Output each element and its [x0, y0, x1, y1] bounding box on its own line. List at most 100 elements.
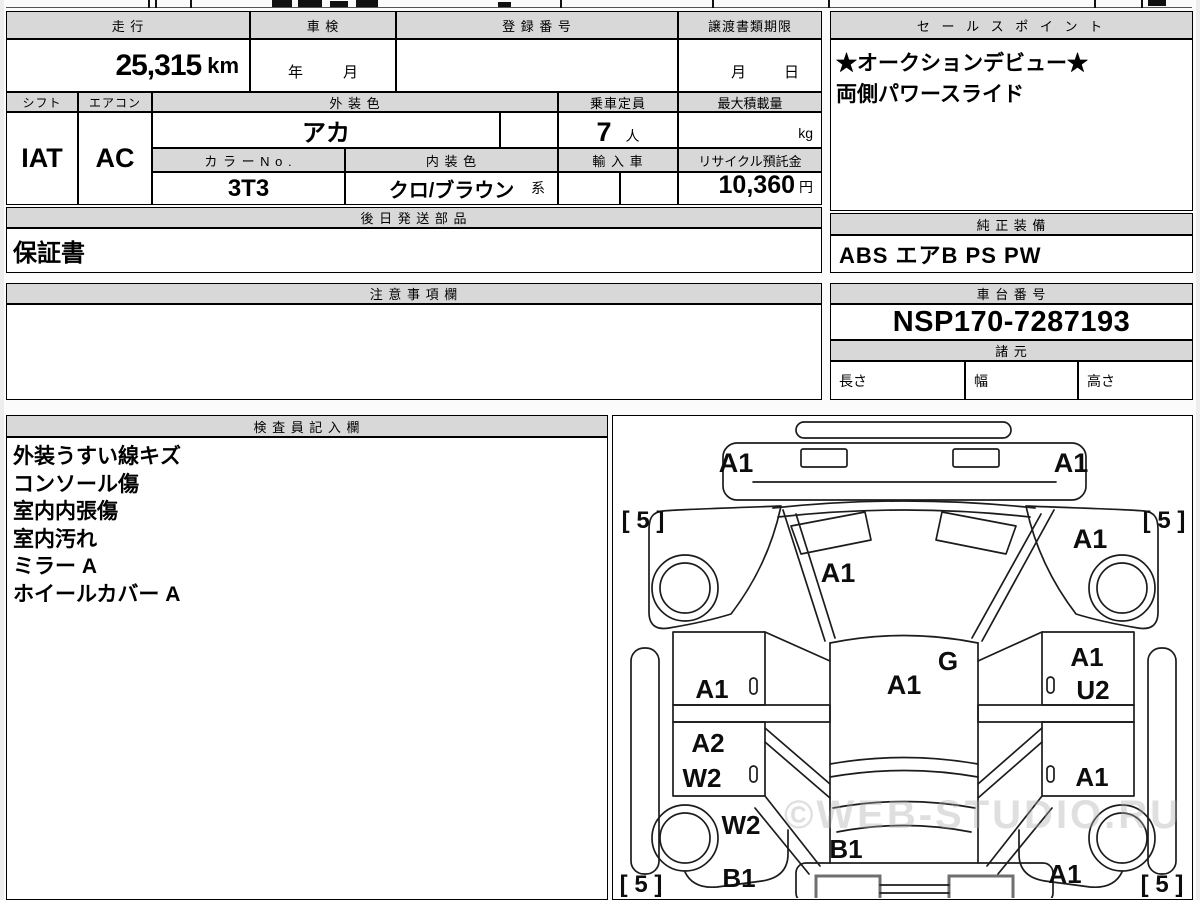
top-row-divider	[1094, 0, 1096, 8]
mileage-header: 走 行	[6, 11, 250, 39]
chassis-no-value: NSP170-7287193	[830, 304, 1193, 340]
damage-code-label: A1	[695, 674, 728, 704]
recycle-fee-unit: 円	[799, 179, 813, 195]
damage-code-label: A1	[1075, 762, 1108, 792]
inspector-note-line: ホイールカバー A	[13, 582, 181, 606]
damage-code-label: A1	[821, 558, 856, 588]
mileage-value: 25,315 km	[6, 39, 250, 92]
windshield-bottom	[829, 634, 979, 644]
damage-code-label: W2	[683, 763, 722, 793]
spec-width-cell: 幅	[965, 361, 1078, 400]
shaken-header: 車 検	[250, 11, 396, 39]
inspector-notes-header: 検 査 員 記 入 欄	[6, 415, 608, 437]
damage-code-label: [ 5 ]	[622, 507, 665, 534]
exterior-color-empty-cell	[500, 112, 558, 148]
fender-front-left	[648, 505, 782, 630]
inspector-note-line: ミラー A	[13, 555, 97, 578]
top-row-bottom-border	[6, 7, 1192, 8]
slide-track-right	[977, 727, 1043, 785]
recycle-deposit-value: 10,360 円	[678, 171, 822, 205]
interior-color-header: 内 装 色	[345, 148, 558, 172]
sales-point-line: 両側パワースライド	[836, 83, 1024, 106]
slide-track-left	[764, 741, 831, 799]
genuine-equipment-value: ABS エアB PS PW	[830, 235, 1193, 273]
genuine-equipment-header: 純 正 装 備	[830, 213, 1193, 235]
headlight-right	[952, 448, 1000, 468]
cropped-text-remnant	[498, 2, 511, 7]
door-handle	[749, 677, 758, 695]
caution-notes-header: 注 意 事 項 欄	[6, 283, 822, 304]
door-top-slant-left	[764, 631, 831, 662]
sales-point-body: ★オークションデビュー★ 両側パワースライド	[830, 39, 1193, 211]
door-handle	[749, 765, 758, 783]
cowl-line	[777, 509, 1031, 518]
top-row-divider	[1141, 0, 1143, 8]
max-load-header: 最大積載量	[678, 92, 822, 112]
top-row-divider	[560, 0, 562, 8]
rocker-right	[1147, 647, 1177, 875]
exterior-color-header: 外 装 色	[152, 92, 558, 112]
top-row-divider	[155, 0, 157, 8]
roof-rib	[829, 769, 979, 778]
door-top-slant-right	[977, 631, 1043, 662]
roof-bar	[795, 421, 1012, 439]
color-no-header: カ ラ ー N o .	[152, 148, 345, 172]
car-diagram-svg: ©WEB-STUDIO.RU A1 A1 [ 5 ] [ 5 ] A1 A1 G A1 A1 A1…	[620, 421, 1185, 900]
capacity-value: 7 人	[558, 112, 678, 148]
aircon-value: AC	[78, 112, 152, 205]
front-bumper	[722, 442, 1087, 501]
capacity-header: 乗車定員	[558, 92, 678, 112]
damage-code-label: A1	[1048, 859, 1081, 889]
import-car-header: 輸 入 車	[558, 148, 678, 172]
cowl-line	[772, 500, 1036, 509]
damage-code-label: U2	[1076, 675, 1109, 705]
registration-header: 登 録 番 号	[396, 11, 678, 39]
cropped-text-remnant	[330, 1, 348, 7]
cropped-text-remnant	[1148, 0, 1166, 6]
auction-sheet: 走 行 車 検 登 録 番 号 譲渡書類期限 25,315 km 年 月 月 日…	[0, 0, 1200, 900]
color-no-value: 3T3	[152, 172, 345, 205]
recycle-fee-number: 10,360	[718, 171, 795, 199]
headlight-left	[800, 448, 848, 468]
damage-code-label: G	[938, 646, 958, 676]
inspector-notes-body: 外装うすい線キズ コンソール傷 室内内張傷 室内汚れ ミラー A ホイールカバー…	[6, 437, 608, 900]
exterior-color-value: アカ	[152, 112, 500, 148]
side-band-right	[977, 704, 1135, 723]
damage-code-label: A1	[887, 670, 922, 700]
inspector-note-line: 外装うすい線キズ	[13, 445, 181, 468]
cropped-text-remnant	[356, 0, 378, 7]
damage-code-label: A1	[1073, 524, 1108, 554]
shaken-value: 年 月	[250, 39, 396, 92]
shaken-month-label: 月	[343, 64, 359, 81]
damage-code-label: [ 5 ]	[1141, 871, 1184, 898]
taillight-left	[814, 874, 882, 900]
capacity-unit: 人	[625, 128, 640, 144]
slide-track-right	[977, 741, 1043, 799]
capacity-number: 7	[596, 117, 612, 147]
transfer-month-label: 月	[730, 64, 746, 81]
damage-code-label: B1	[829, 834, 862, 864]
inspector-note-line: コンソール傷	[13, 472, 139, 496]
transfer-deadline-value: 月 日	[678, 39, 822, 92]
transfer-deadline-header: 譲渡書類期限	[678, 11, 822, 39]
mileage-unit: km	[207, 52, 239, 78]
a-pillar-right	[981, 509, 1055, 642]
cropped-text-remnant	[298, 0, 322, 7]
rocker-left	[630, 647, 660, 875]
inspector-note-line: 室内汚れ	[13, 527, 97, 551]
sales-point-line: ★オークションデビュー★	[836, 52, 1088, 75]
mileage-number: 25,315	[115, 48, 202, 82]
roof-rib	[829, 756, 979, 765]
later-parts-value: 保証書	[6, 228, 822, 273]
shift-header: シフト	[6, 92, 78, 112]
caution-notes-body-empty	[6, 304, 822, 400]
damage-code-label: W2	[722, 810, 761, 840]
door-handle	[1046, 676, 1055, 694]
specs-header: 諸 元	[830, 340, 1193, 361]
damage-code-label: A1	[719, 448, 754, 478]
top-row-divider	[190, 0, 192, 8]
later-parts-header: 後 日 発 送 部 品	[6, 207, 822, 228]
side-band-left	[672, 704, 831, 723]
interior-color-suffix: 系	[531, 180, 545, 196]
top-row-divider	[828, 0, 830, 8]
